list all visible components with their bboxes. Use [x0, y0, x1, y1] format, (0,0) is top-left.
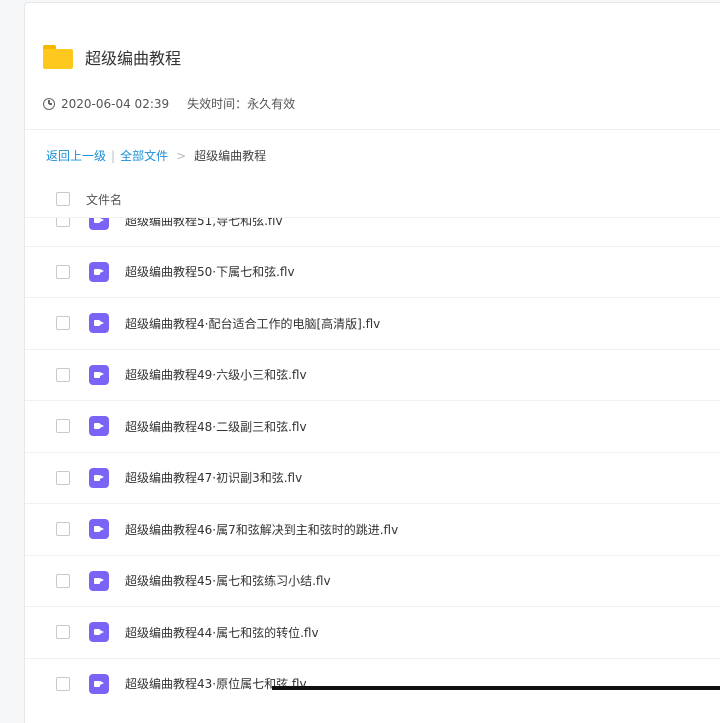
file-row[interactable]: 超级编曲教程4·配台适合工作的电脑[高清版].flv [25, 298, 720, 350]
file-name[interactable]: 超级编曲教程51,导七和弦.flv [125, 218, 283, 229]
file-checkbox[interactable] [56, 218, 70, 228]
breadcrumb-separator: | [111, 148, 116, 163]
file-row[interactable]: 超级编曲教程48·二级副三和弦.flv [25, 401, 720, 453]
file-checkbox[interactable] [56, 470, 70, 485]
video-file-icon [89, 622, 109, 643]
file-list-header: 文件名 [25, 181, 720, 218]
video-file-icon [89, 218, 109, 231]
back-link[interactable]: 返回上一级 [46, 147, 106, 164]
file-checkbox[interactable] [56, 573, 70, 588]
video-file-icon [89, 570, 109, 591]
video-file-icon [89, 467, 109, 488]
file-name[interactable]: 超级编曲教程45·属七和弦练习小结.flv [125, 572, 331, 589]
file-row[interactable]: 超级编曲教程47·初识副3和弦.flv [25, 453, 720, 504]
file-name[interactable]: 超级编曲教程50·下属七和弦.flv [125, 263, 295, 280]
video-file-icon [89, 519, 109, 540]
file-checkbox[interactable] [56, 419, 70, 434]
folder-title: 超级编曲教程 [43, 45, 181, 69]
folder-name: 超级编曲教程 [85, 49, 182, 68]
select-all-checkbox[interactable] [56, 192, 70, 206]
file-checkbox[interactable] [56, 316, 70, 331]
all-files-link[interactable]: 全部文件 [120, 147, 168, 164]
filename-column-header[interactable]: 文件名 [86, 191, 122, 208]
share-meta: 2020-06-04 02:39 失效时间：永久有效 [43, 95, 295, 112]
file-name[interactable]: 超级编曲教程47·初识副3和弦.flv [125, 469, 302, 486]
breadcrumb-current: 超级编曲教程 [194, 149, 267, 163]
divider [25, 129, 720, 130]
video-file-icon [89, 673, 109, 694]
file-list[interactable]: 超级编曲教程51,导七和弦.flv 超级编曲教程50·下属七和弦.flv 超级编曲教… [25, 218, 720, 698]
file-row[interactable]: 超级编曲教程50·下属七和弦.flv [25, 247, 720, 298]
file-checkbox[interactable] [56, 264, 70, 279]
share-date: 2020-06-04 02:39 [61, 96, 170, 111]
bottom-bar [272, 686, 720, 690]
file-checkbox[interactable] [56, 676, 70, 691]
file-name[interactable]: 超级编曲教程44·属七和弦的转位.flv [125, 624, 319, 641]
file-row[interactable]: 超级编曲教程46·属7和弦解决到主和弦时的跳进.flv [25, 504, 720, 556]
file-row[interactable]: 超级编曲教程44·属七和弦的转位.flv [25, 607, 720, 659]
file-name[interactable]: 超级编曲教程48·二级副三和弦.flv [125, 418, 307, 435]
file-checkbox[interactable] [56, 625, 70, 640]
expiry-text: 失效时间：永久有效 [187, 97, 296, 111]
folder-icon [43, 45, 73, 69]
file-name[interactable]: 超级编曲教程46·属7和弦解决到主和弦时的跳进.flv [125, 521, 398, 538]
video-file-icon [89, 364, 109, 385]
file-checkbox[interactable] [56, 522, 70, 537]
video-file-icon [89, 261, 109, 282]
clock-icon [43, 97, 55, 110]
file-row[interactable]: 超级编曲教程51,导七和弦.flv [25, 218, 720, 247]
file-name[interactable]: 超级编曲教程49·六级小三和弦.flv [125, 366, 307, 383]
video-file-icon [89, 416, 109, 437]
file-row[interactable]: 超级编曲教程49·六级小三和弦.flv [25, 350, 720, 401]
file-row[interactable]: 超级编曲教程43·原位属七和弦.flv [25, 659, 720, 699]
breadcrumb-arrow: > [176, 148, 187, 163]
file-checkbox[interactable] [56, 367, 70, 382]
file-name[interactable]: 超级编曲教程4·配台适合工作的电脑[高清版].flv [125, 315, 380, 332]
share-panel: 超级编曲教程 2020-06-04 02:39 失效时间：永久有效 返回上一级 … [24, 2, 720, 723]
video-file-icon [89, 313, 109, 334]
file-row[interactable]: 超级编曲教程45·属七和弦练习小结.flv [25, 556, 720, 607]
breadcrumb: 返回上一级 | 全部文件 > 超级编曲教程 [46, 147, 266, 164]
